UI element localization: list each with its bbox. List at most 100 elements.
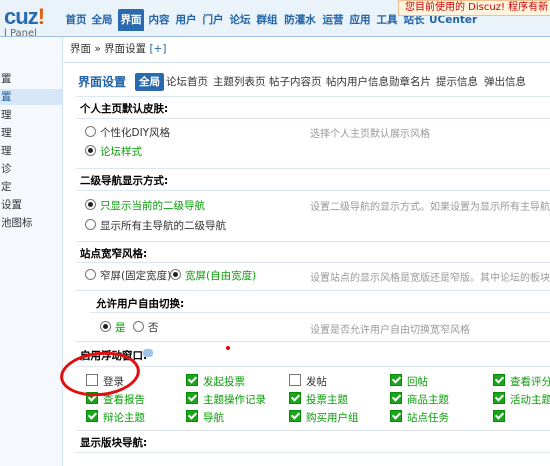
checkbox-icon[interactable] xyxy=(289,374,301,386)
sidebar-item-2[interactable]: 置 xyxy=(0,89,62,105)
logo-text: cuz xyxy=(4,4,39,29)
skin-option-diy[interactable]: 个性化DIY风格 xyxy=(85,125,170,140)
top-bar: cuz! l Panel 首页 全局 界面 内容 用户 门户 论坛 群组 防灌水… xyxy=(0,0,550,39)
subtab-post-content[interactable]: 帖子内容页 xyxy=(269,73,322,91)
divider xyxy=(76,430,550,431)
nav-tab-antispam[interactable]: 防灌水 xyxy=(282,9,318,31)
discuz-logo: cuz! l Panel xyxy=(4,4,60,39)
subtab-medal-card[interactable]: 勋章名片 xyxy=(389,73,431,91)
nav-tab-users[interactable]: 用户 xyxy=(174,9,198,31)
checkbox-checked-icon[interactable] xyxy=(86,410,98,422)
divider xyxy=(76,341,550,342)
width-option-wide[interactable]: 宽屏(自由宽度) xyxy=(170,268,256,283)
checkbox-checked-icon[interactable] xyxy=(390,410,402,422)
divider xyxy=(76,118,550,119)
subtab-forum-index[interactable]: 论坛首页 xyxy=(166,73,208,91)
popup-activity-thread-checkbox[interactable]: 活动主题 xyxy=(493,392,550,407)
add-shortcut-link[interactable]: [+] xyxy=(149,43,166,55)
radio-selected-icon[interactable] xyxy=(170,269,181,280)
popup-rate-checkbox[interactable]: 查看评分 xyxy=(493,374,550,389)
sidebar-item-8[interactable]: 设置 xyxy=(0,197,62,213)
checkbox-checked-icon[interactable] xyxy=(493,374,505,386)
checkbox-checked-icon[interactable] xyxy=(186,374,198,386)
popup-task-checkbox[interactable]: 站点任务 xyxy=(390,410,449,425)
radio-selected-icon[interactable] xyxy=(100,321,111,332)
popup-debate-thread-checkbox[interactable]: 辩论主题 xyxy=(86,410,145,425)
forumnav-section-title: 显示版块导航: xyxy=(80,437,148,449)
switch-section-title: 允许用户自由切换: xyxy=(96,298,185,310)
popup-vote-thread-checkbox[interactable]: 投票主题 xyxy=(289,392,348,407)
sidebar-item-9[interactable]: 池图标 xyxy=(0,215,62,231)
divider xyxy=(76,168,550,169)
sidebar-item-3[interactable]: 理 xyxy=(0,107,62,123)
checkbox-checked-icon[interactable] xyxy=(186,410,198,422)
subtab-popup-info[interactable]: 弹出信息 xyxy=(484,73,526,91)
switch-option-yes[interactable]: 是 xyxy=(100,320,126,335)
nav-tab-forum[interactable]: 论坛 xyxy=(228,9,252,31)
checkbox-checked-icon[interactable] xyxy=(493,410,505,422)
sidebar-item-1[interactable]: 置 xyxy=(0,71,62,87)
page-title: 界面设置 xyxy=(78,75,127,89)
divider xyxy=(76,366,550,367)
nav-tab-interface[interactable]: 界面 xyxy=(118,9,144,31)
popup-nav-checkbox[interactable]: 导航 xyxy=(186,410,224,425)
subnav-option-current[interactable]: 只显示当前的二级导航 xyxy=(85,198,205,213)
nav-tab-groups[interactable]: 群组 xyxy=(255,9,279,31)
subnav-option-all[interactable]: 显示所有主导航的二级导航 xyxy=(85,218,226,233)
switch-option-no[interactable]: 否 xyxy=(133,320,159,335)
logo-exclamation: ! xyxy=(37,4,45,29)
sidebar-item-5[interactable]: 理 xyxy=(0,143,62,159)
sidebar-item-6[interactable]: 诊 xyxy=(0,161,62,177)
annotation-dot xyxy=(226,346,230,350)
nav-tab-portal[interactable]: 门户 xyxy=(201,9,225,31)
popup-extra-checkbox[interactable] xyxy=(493,410,510,424)
nav-tab-tools[interactable]: 工具 xyxy=(375,9,399,31)
popup-threadlog-checkbox[interactable]: 主题操作记录 xyxy=(186,392,266,407)
sidebar-item-7[interactable]: 定 xyxy=(0,179,62,195)
popup-trade-thread-checkbox[interactable]: 商品主题 xyxy=(390,392,449,407)
divider xyxy=(76,452,550,453)
radio-icon[interactable] xyxy=(85,126,96,137)
switch-hint: 设置是否允许用户自由切换宽窄风格 xyxy=(310,325,470,336)
radio-icon[interactable] xyxy=(85,269,96,280)
nav-tab-content[interactable]: 内容 xyxy=(147,9,171,31)
popup-post-checkbox[interactable]: 发帖 xyxy=(289,374,327,389)
checkbox-checked-icon[interactable] xyxy=(289,410,301,422)
checkbox-checked-icon[interactable] xyxy=(289,392,301,404)
skin-hint: 选择个人主页默认展示风格 xyxy=(310,129,430,140)
checkbox-checked-icon[interactable] xyxy=(186,392,198,404)
width-section-title: 站点宽窄风格: xyxy=(80,248,148,260)
width-option-narrow[interactable]: 窄屏(固定宽度) xyxy=(85,268,171,283)
divider xyxy=(62,62,550,63)
nav-tab-home[interactable]: 首页 xyxy=(64,9,88,31)
nav-tab-global[interactable]: 全局 xyxy=(90,9,114,31)
radio-selected-icon[interactable] xyxy=(85,199,96,210)
checkbox-checked-icon[interactable] xyxy=(493,392,505,404)
popup-reply-checkbox[interactable]: 回帖 xyxy=(390,374,428,389)
skin-option-forum[interactable]: 论坛样式 xyxy=(85,144,142,159)
help-bubble-icon[interactable] xyxy=(143,349,153,357)
subnav-hint: 设置二级导航的显示方式。如果设置为显示所有主导航的二级 xyxy=(310,202,550,213)
radio-icon[interactable] xyxy=(85,219,96,230)
subnav-section-title: 二级导航显示方式: xyxy=(80,175,169,187)
sidebar-item-4[interactable]: 理 xyxy=(0,125,62,141)
divider xyxy=(76,290,550,291)
breadcrumb: 界面 » 界面设置 [+] xyxy=(70,40,550,58)
nav-tab-apps[interactable]: 应用 xyxy=(348,9,372,31)
update-notice[interactable]: 您目前使用的 Discuz! 程序有新 xyxy=(398,0,550,16)
sidebar: 置 置 理 理 理 诊 定 设置 池图标 xyxy=(0,37,63,466)
divider xyxy=(76,241,550,242)
subtab-global[interactable]: 全局 xyxy=(135,73,164,91)
subtab-thread-list[interactable]: 主题列表页 xyxy=(213,73,266,91)
checkbox-checked-icon[interactable] xyxy=(390,392,402,404)
radio-selected-icon[interactable] xyxy=(85,145,96,156)
subtab-post-userinfo[interactable]: 帖内用户信息 xyxy=(326,73,389,91)
popup-buy-group-checkbox[interactable]: 购买用户组 xyxy=(289,410,359,425)
popup-poll-checkbox[interactable]: 发起投票 xyxy=(186,374,245,389)
checkbox-checked-icon[interactable] xyxy=(390,374,402,386)
skin-section-title: 个人主页默认皮肤: xyxy=(80,103,169,115)
nav-tab-operations[interactable]: 运营 xyxy=(321,9,345,31)
divider xyxy=(76,96,550,97)
subtab-prompt-info[interactable]: 提示信息 xyxy=(436,73,478,91)
radio-icon[interactable] xyxy=(133,321,144,332)
